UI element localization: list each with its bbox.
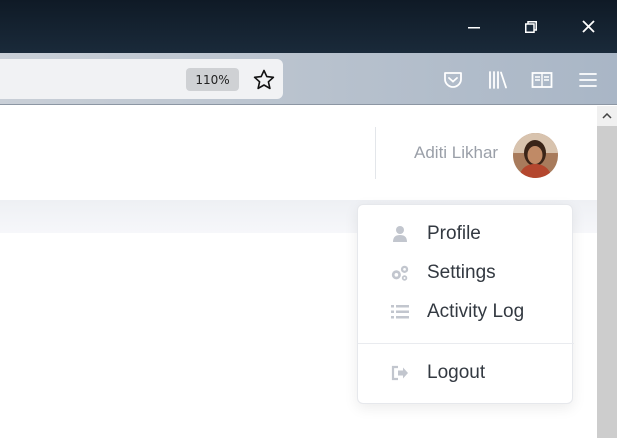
- library-icon[interactable]: [486, 68, 510, 92]
- app-header: Aditi Likhar: [0, 106, 597, 200]
- minimize-button[interactable]: [451, 0, 497, 53]
- scroll-thumb[interactable]: [597, 126, 617, 438]
- menu-item-settings[interactable]: Settings: [358, 255, 574, 291]
- restore-button[interactable]: [508, 0, 554, 53]
- menu-item-logout[interactable]: Logout: [358, 355, 574, 391]
- vertical-scrollbar[interactable]: [597, 106, 617, 438]
- user-dropdown-menu: Profile Settings Activity Log Logout: [357, 204, 574, 404]
- zoom-level-badge[interactable]: 110%: [186, 68, 239, 91]
- url-bar[interactable]: [0, 59, 283, 99]
- restore-icon: [525, 20, 537, 33]
- menu-item-label: Activity Log: [427, 301, 525, 322]
- reader-view-icon[interactable]: [530, 68, 554, 92]
- scroll-up-button[interactable]: [597, 106, 617, 126]
- menu-item-label: Profile: [427, 223, 481, 244]
- sign-out-icon: [390, 363, 410, 383]
- close-button[interactable]: [565, 0, 611, 53]
- avatar[interactable]: [513, 133, 558, 178]
- menu-divider: [358, 343, 574, 344]
- browser-titlebar: [0, 0, 617, 53]
- gears-icon: [390, 263, 410, 283]
- pocket-icon[interactable]: [441, 68, 465, 92]
- star-icon[interactable]: [252, 68, 276, 92]
- person-icon: [390, 224, 410, 244]
- menu-item-profile[interactable]: Profile: [358, 216, 574, 252]
- chevron-up-icon: [602, 113, 612, 119]
- user-name[interactable]: Aditi Likhar: [414, 143, 498, 163]
- minimize-icon: [468, 26, 480, 28]
- browser-toolbar: [0, 53, 617, 157]
- user-avatar: [513, 133, 558, 178]
- menu-item-label: Settings: [427, 262, 496, 283]
- hamburger-menu-icon[interactable]: [576, 68, 600, 92]
- header-divider: [375, 127, 376, 179]
- menu-item-activity-log[interactable]: Activity Log: [358, 294, 574, 330]
- list-icon: [390, 302, 410, 322]
- menu-item-label: Logout: [427, 362, 486, 383]
- close-icon: [581, 20, 595, 33]
